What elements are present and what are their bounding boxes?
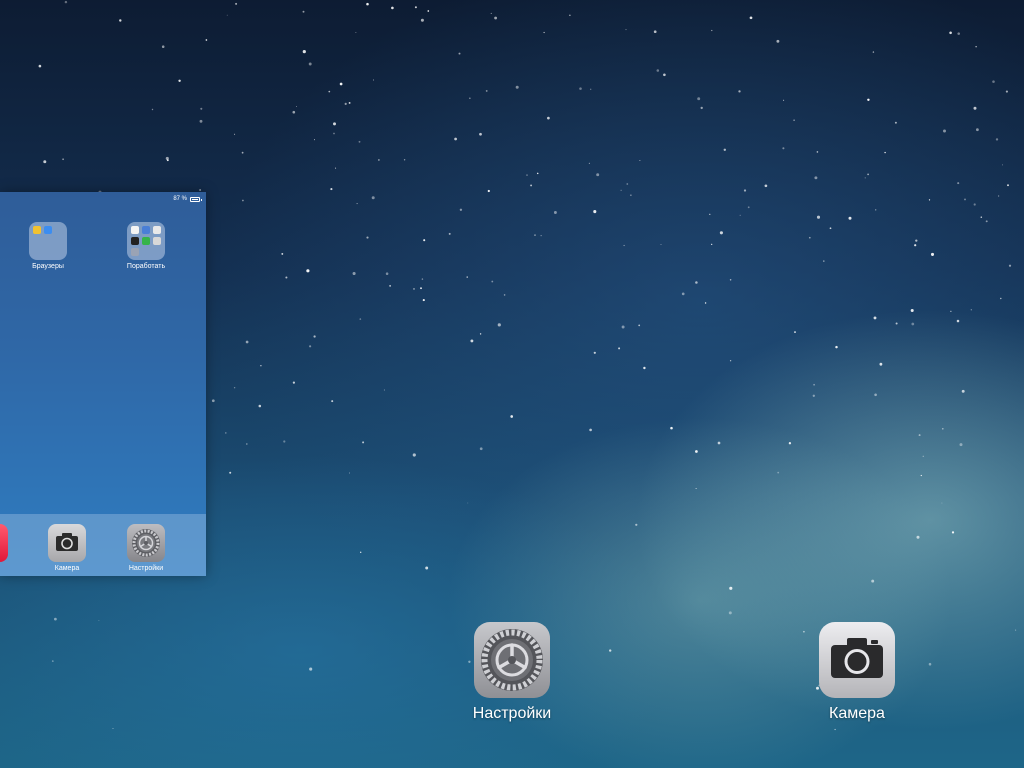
app-mini-icon — [33, 226, 41, 234]
app-label-camera: Камера — [829, 705, 885, 722]
camera-icon[interactable] — [48, 524, 86, 562]
app-mini-icon — [142, 226, 150, 234]
settings-gear-icon[interactable] — [474, 622, 550, 698]
folder-work[interactable] — [127, 222, 165, 260]
app-label-settings: Настройки — [472, 705, 552, 722]
app-mini-icon — [131, 237, 139, 245]
dock: Камера Настройки — [0, 514, 206, 576]
app-icon-partial[interactable] — [0, 524, 8, 562]
battery-icon — [190, 196, 202, 202]
battery-percentage: 87 % — [173, 196, 187, 202]
folder-label: Браузеры — [32, 263, 64, 270]
app-mini-icon — [153, 226, 161, 234]
home-screen-preview-card[interactable]: 87 % Браузеры Поработать Камера Настройк… — [0, 192, 206, 576]
settings-gear-icon[interactable] — [127, 524, 165, 562]
status-bar: 87 % — [173, 194, 202, 204]
folder-label: Поработать — [126, 263, 166, 270]
folder-browsers[interactable] — [29, 222, 67, 260]
app-mini-icon — [142, 237, 150, 245]
camera-icon[interactable] — [819, 622, 895, 698]
dock-app-label: Камера — [54, 565, 80, 572]
app-mini-icon — [153, 237, 161, 245]
app-mini-icon — [131, 248, 139, 256]
app-mini-icon — [44, 226, 52, 234]
dock-app-label: Настройки — [128, 565, 164, 572]
app-mini-icon — [131, 226, 139, 234]
